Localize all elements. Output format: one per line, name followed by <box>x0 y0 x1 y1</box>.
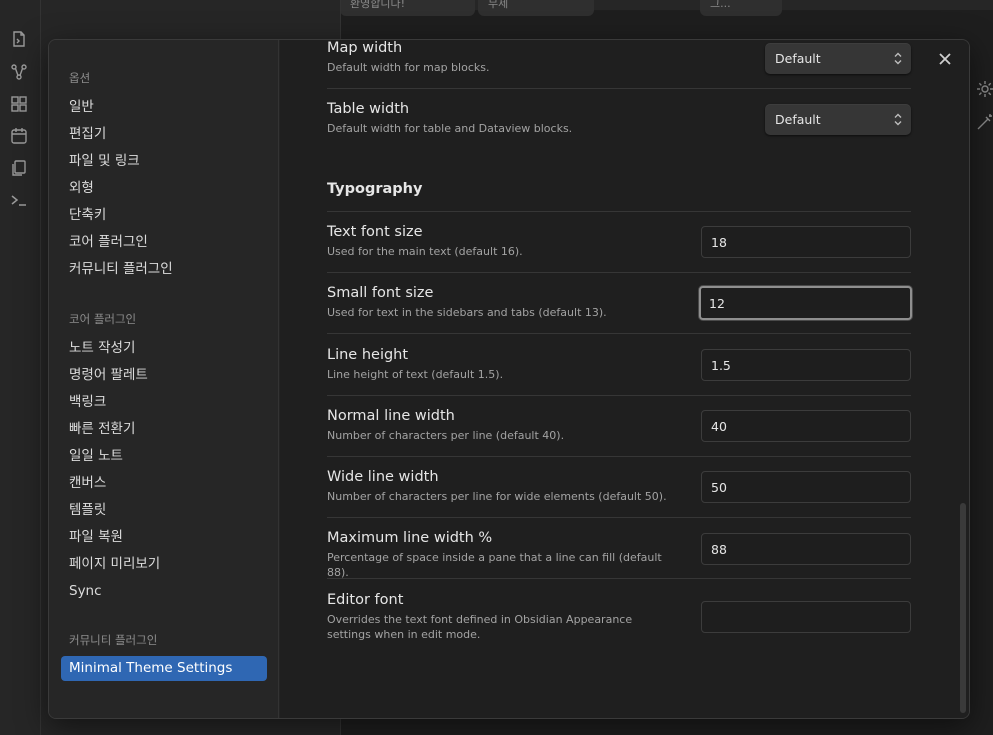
nav-group-options: 옵션 일반 편집기 파일 및 링크 외형 단축키 코어 플러그인 커뮤니티 플러… <box>61 68 267 283</box>
setting-description: Used for the main text (default 16). <box>327 245 523 258</box>
background-tab-untitled[interactable]: 무제 <box>478 0 594 16</box>
nav-item-community-plugins[interactable]: 커뮤니티 플러그인 <box>61 256 267 283</box>
line-height-input[interactable] <box>701 349 911 381</box>
nav-heading: 옵션 <box>69 71 91 85</box>
setting-description: Number of characters per line (default 4… <box>327 429 565 442</box>
divider <box>327 272 911 273</box>
nav-item-daily-notes[interactable]: 일일 노트 <box>61 443 267 470</box>
table-width-dropdown[interactable]: Default <box>765 104 911 135</box>
divider <box>327 578 911 579</box>
normal-line-width-input[interactable] <box>701 410 911 442</box>
divider <box>327 517 911 518</box>
nav-item-backlinks[interactable]: 백링크 <box>61 389 267 416</box>
section-title-typography: Typography <box>327 181 423 197</box>
calendar-icon[interactable] <box>10 127 28 145</box>
small-font-size-input[interactable] <box>699 286 912 320</box>
left-ribbon <box>0 0 41 735</box>
settings-modal: 옵션 일반 편집기 파일 및 링크 외형 단축키 코어 플러그인 커뮤니티 플러… <box>48 39 970 719</box>
chevron-up-down-icon <box>893 52 903 65</box>
nav-item-general[interactable]: 일반 <box>61 94 267 121</box>
nav-item-command-palette[interactable]: 명령어 팔레트 <box>61 362 267 389</box>
setting-description: Line height of text (default 1.5). <box>327 368 504 381</box>
nav-item-quick-switcher[interactable]: 빠른 전환기 <box>61 416 267 443</box>
nav-item-minimal-theme-settings[interactable]: Minimal Theme Settings <box>61 656 267 681</box>
templates-icon[interactable] <box>10 159 28 177</box>
nav-item-page-preview[interactable]: 페이지 미리보기 <box>61 551 267 578</box>
graph-view-icon[interactable] <box>10 63 28 81</box>
magic-wand-icon[interactable] <box>976 113 993 131</box>
text-font-size-input[interactable] <box>701 226 911 258</box>
nav-heading: 커뮤니티 플러그인 <box>69 633 158 647</box>
scrollbar[interactable] <box>960 503 966 713</box>
close-icon <box>939 53 951 65</box>
nav-item-canvas[interactable]: 캔버스 <box>61 470 267 497</box>
nav-item-file-recovery[interactable]: 파일 복원 <box>61 524 267 551</box>
nav-item-appearance[interactable]: 외형 <box>61 175 267 202</box>
canvas-icon[interactable] <box>10 95 28 113</box>
divider <box>327 88 911 89</box>
setting-description: Default width for table and Dataview blo… <box>327 122 573 135</box>
divider <box>327 333 911 334</box>
settings-nav: 옵션 일반 편집기 파일 및 링크 외형 단축키 코어 플러그인 커뮤니티 플러… <box>49 40 279 718</box>
map-width-dropdown[interactable]: Default <box>765 43 911 74</box>
setting-description: Default width for map blocks. <box>327 61 490 74</box>
divider <box>327 456 911 457</box>
wide-line-width-input[interactable] <box>701 471 911 503</box>
nav-item-sync[interactable]: Sync <box>61 578 267 605</box>
setting-description: Percentage of space inside a pane that a… <box>327 551 662 579</box>
setting-description: Used for text in the sidebars and tabs (… <box>327 306 607 319</box>
divider <box>327 211 911 212</box>
background-tab-graph[interactable]: 그... <box>700 0 782 16</box>
close-button[interactable] <box>933 47 957 71</box>
chevron-up-down-icon <box>893 113 903 126</box>
open-quick-switcher-icon[interactable] <box>10 30 28 48</box>
gear-icon[interactable] <box>976 80 993 98</box>
setting-description: Overrides the text font defined in Obsid… <box>327 613 633 641</box>
nav-item-templates[interactable]: 템플릿 <box>61 497 267 524</box>
nav-item-note-composer[interactable]: 노트 작성기 <box>61 335 267 362</box>
nav-item-hotkeys[interactable]: 단축키 <box>61 202 267 229</box>
nav-item-editor[interactable]: 편집기 <box>61 121 267 148</box>
setting-description: Number of characters per line for wide e… <box>327 490 667 503</box>
nav-group-community-plugins: 커뮤니티 플러그인 Minimal Theme Settings <box>61 630 267 681</box>
maximum-line-width-input[interactable] <box>701 533 911 565</box>
editor-font-input[interactable] <box>701 601 911 633</box>
nav-heading: 코어 플러그인 <box>69 312 137 326</box>
terminal-icon[interactable] <box>10 191 28 209</box>
divider <box>327 395 911 396</box>
nav-group-core-plugins: 코어 플러그인 노트 작성기 명령어 팔레트 백링크 빠른 전환기 일일 노트 … <box>61 309 267 605</box>
background-tab-welcome[interactable]: 환영합니다! <box>340 0 475 16</box>
nav-item-files-links[interactable]: 파일 및 링크 <box>61 148 267 175</box>
nav-item-core-plugins[interactable]: 코어 플러그인 <box>61 229 267 256</box>
